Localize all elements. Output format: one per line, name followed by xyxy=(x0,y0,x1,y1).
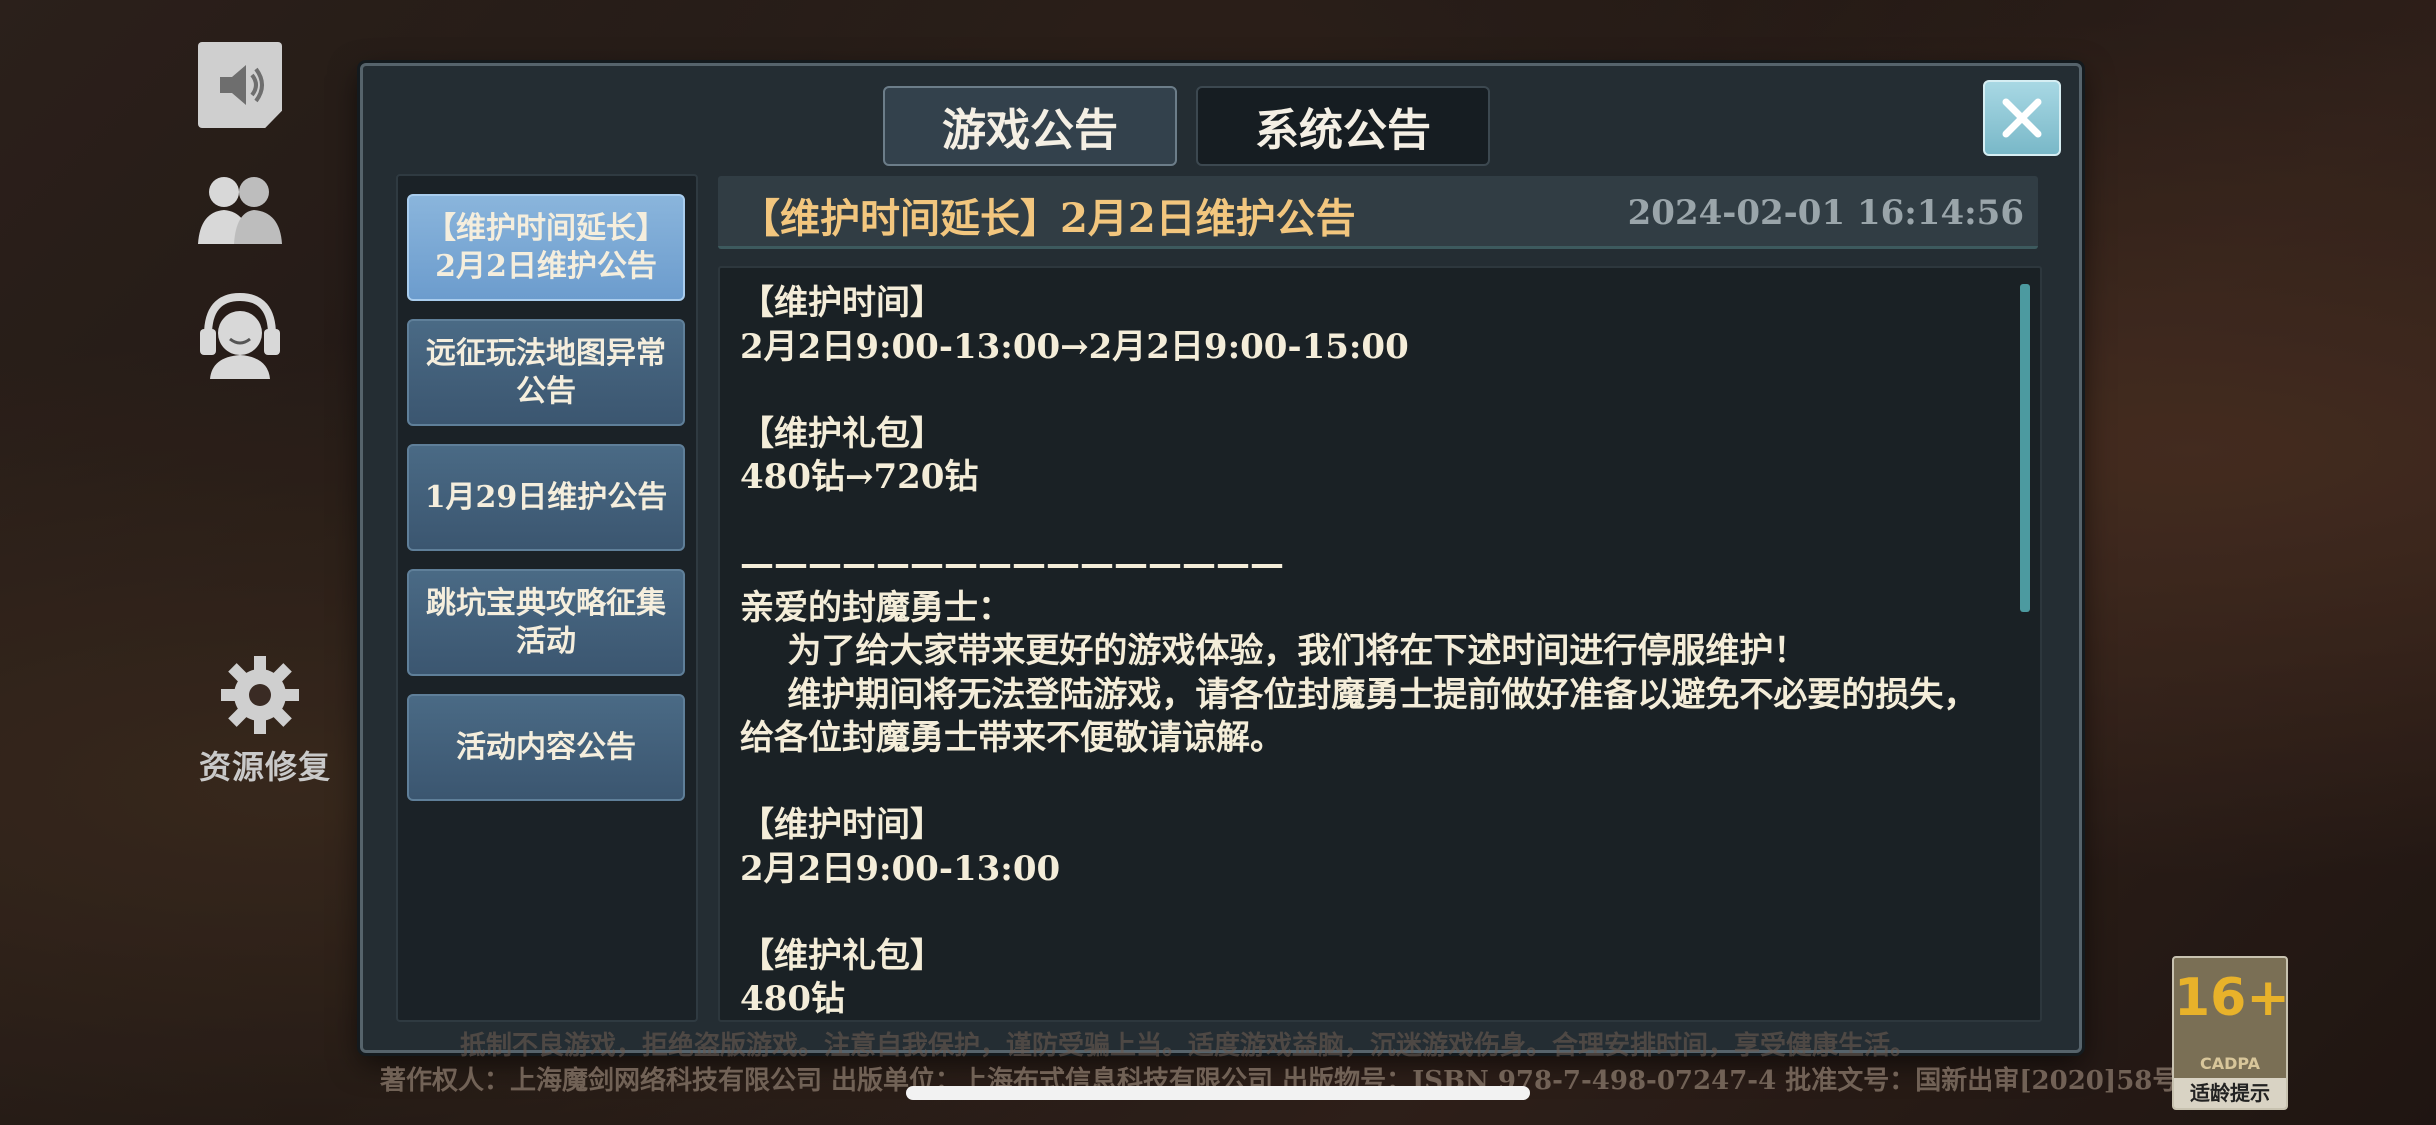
list-item-guide-collection[interactable]: 跳坑宝典攻略征集活动 xyxy=(407,569,685,676)
gear-icon[interactable] xyxy=(215,650,305,740)
age-rating-label: 适龄提示 xyxy=(2174,1078,2286,1108)
announcement-list: 【维护时间延长】2月2日维护公告 远征玩法地图异常公告 1月29日维护公告 跳坑… xyxy=(396,174,698,1022)
list-item-event-content[interactable]: 活动内容公告 xyxy=(407,694,685,801)
close-button[interactable] xyxy=(1983,80,2061,156)
scrollbar-thumb[interactable] xyxy=(2020,284,2030,612)
close-icon xyxy=(2002,98,2042,138)
home-indicator[interactable] xyxy=(906,1086,1530,1100)
announcement-timestamp: 2024-02-01 16:14:56 xyxy=(1627,193,2024,233)
announcement-body-scroll[interactable]: 【维护时间】 2月2日9:00-13:00→2月2日9:00-15:00 【维护… xyxy=(718,266,2042,1022)
customer-service-icon[interactable] xyxy=(190,285,290,380)
tab-system-announcement[interactable]: 系统公告 xyxy=(1196,86,1490,166)
tab-game-announcement[interactable]: 游戏公告 xyxy=(883,86,1177,166)
announcement-title-bar: 【维护时间延长】2月2日维护公告 2024-02-01 16:14:56 xyxy=(718,176,2038,249)
age-rating-badge[interactable]: 16+ CADPA 适龄提示 xyxy=(2172,956,2288,1110)
list-item-maintenance-extended[interactable]: 【维护时间延长】2月2日维护公告 xyxy=(407,194,685,301)
friends-icon[interactable] xyxy=(190,168,290,248)
announcement-title: 【维护时间延长】2月2日维护公告 xyxy=(740,195,1356,242)
list-item-expedition-map[interactable]: 远征玩法地图异常公告 xyxy=(407,319,685,426)
age-rating-org: CADPA xyxy=(2199,1054,2261,1073)
sound-icon[interactable] xyxy=(198,42,282,128)
resource-repair-label[interactable]: 资源修复 xyxy=(190,742,340,788)
announcement-body: 【维护时间】 2月2日9:00-13:00→2月2日9:00-15:00 【维护… xyxy=(740,283,1978,1019)
announcement-dialog: 游戏公告 系统公告 【维护时间延长】2月2日维护公告 远征玩法地图异常公告 1月… xyxy=(360,63,2082,1053)
age-rating-number: 16+ xyxy=(2174,968,2288,1028)
health-notice: 抵制不良游戏，拒绝盗版游戏。注意自我保护，谨防受骗上当。适度游戏益脑，沉迷游戏伤… xyxy=(460,1031,1917,1061)
list-item-jan29-maintenance[interactable]: 1月29日维护公告 xyxy=(407,444,685,551)
